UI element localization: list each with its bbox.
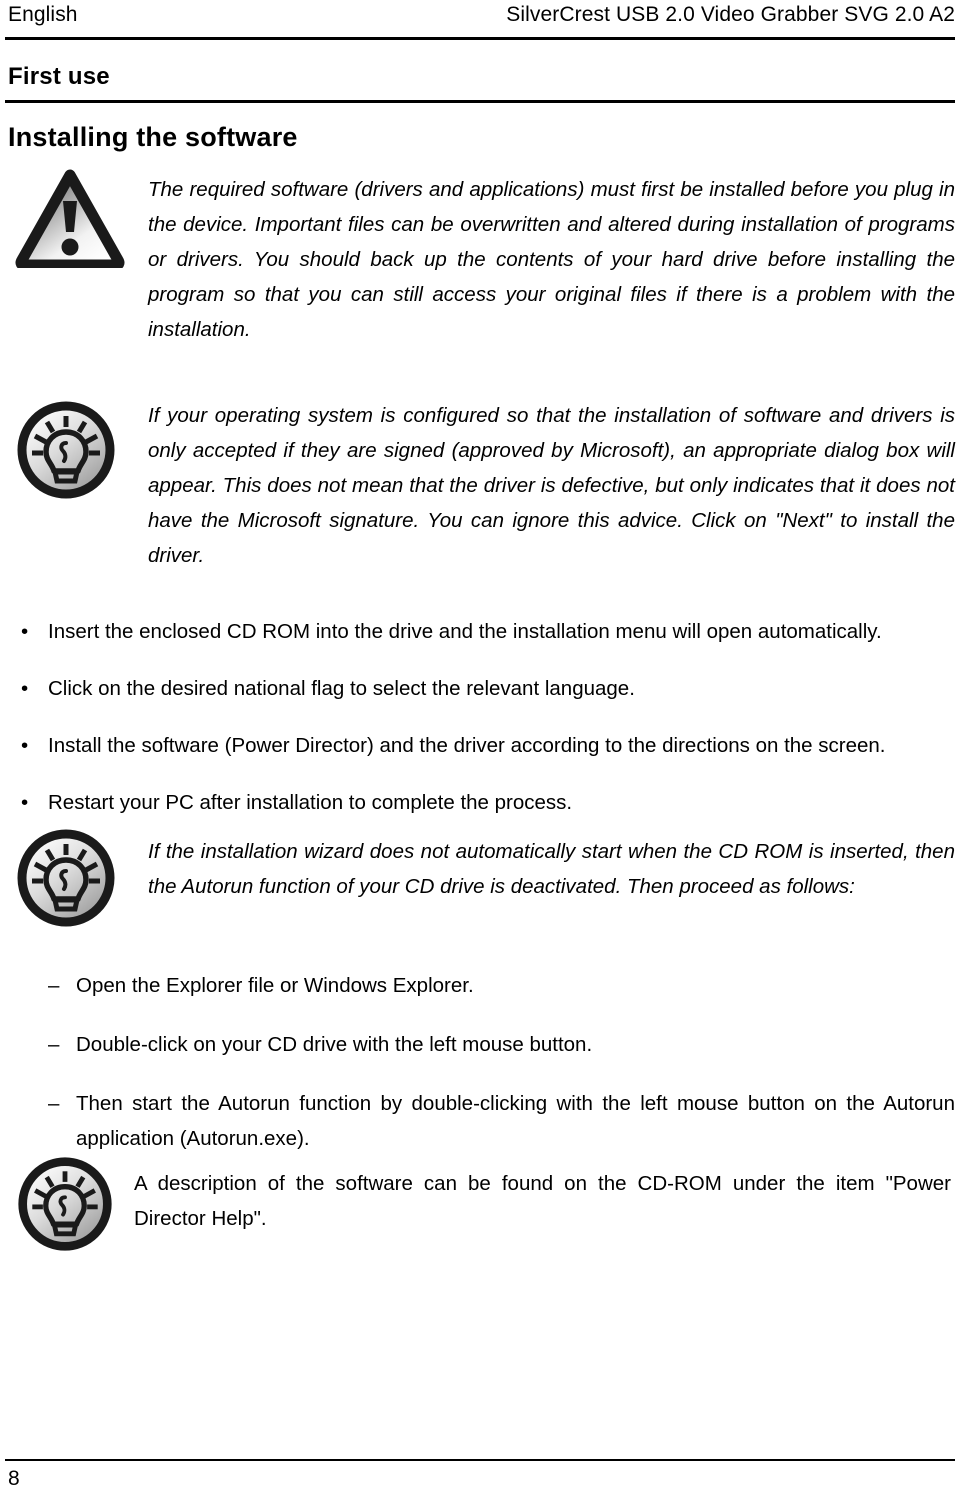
list-item-text: Open the Explorer file or Windows Explor… bbox=[76, 974, 474, 997]
list-item: – Open the Explorer file or Windows Expl… bbox=[8, 968, 955, 1003]
page-number: 8 bbox=[8, 1467, 20, 1490]
autorun-steps-list: – Open the Explorer file or Windows Expl… bbox=[8, 968, 955, 1156]
dash-marker: – bbox=[48, 1033, 60, 1056]
list-item-text: Insert the enclosed CD ROM into the driv… bbox=[48, 620, 882, 643]
signature-note-text: If your operating system is configured s… bbox=[148, 404, 955, 567]
page-header: English SilverCrest USB 2.0 Video Grabbe… bbox=[8, 2, 955, 34]
help-note-text: A description of the software can be fou… bbox=[134, 1172, 951, 1230]
header-product-title: SilverCrest USB 2.0 Video Grabber SVG 2.… bbox=[506, 3, 955, 26]
autorun-note-text: If the installation wizard does not auto… bbox=[148, 840, 955, 898]
list-item: – Double-click on your CD drive with the… bbox=[8, 1027, 955, 1062]
list-item: – Then start the Autorun function by dou… bbox=[8, 1086, 955, 1156]
list-item: • Click on the desired national flag to … bbox=[8, 675, 955, 702]
warning-triangle-icon bbox=[14, 168, 126, 268]
dash-marker: – bbox=[48, 974, 60, 997]
bullet-marker: • bbox=[21, 677, 29, 700]
lightbulb-tip-icon bbox=[14, 398, 118, 502]
list-item: • Insert the enclosed CD ROM into the dr… bbox=[8, 618, 955, 645]
list-item-text: Restart your PC after installation to co… bbox=[48, 791, 573, 814]
list-item-text: Double-click on your CD drive with the l… bbox=[76, 1033, 593, 1056]
bullet-marker: • bbox=[21, 734, 29, 757]
header-divider-rule bbox=[5, 37, 955, 40]
document-page: English SilverCrest USB 2.0 Video Grabbe… bbox=[0, 0, 960, 1492]
list-item-text: Click on the desired national flag to se… bbox=[48, 677, 635, 700]
section-divider-rule bbox=[5, 100, 955, 103]
section-heading: First use bbox=[8, 63, 110, 90]
list-item: • Restart your PC after installation to … bbox=[8, 789, 955, 816]
installation-steps-list: • Insert the enclosed CD ROM into the dr… bbox=[8, 618, 955, 846]
bullet-marker: • bbox=[21, 791, 29, 814]
list-item: • Install the software (Power Director) … bbox=[8, 732, 955, 759]
lightbulb-tip-icon bbox=[14, 826, 118, 930]
list-item-text: Then start the Autorun function by doubl… bbox=[76, 1092, 955, 1150]
subsection-heading: Installing the software bbox=[8, 122, 298, 152]
warning-note-text: The required software (drivers and appli… bbox=[148, 178, 955, 341]
list-item-text: Install the software (Power Director) an… bbox=[48, 734, 886, 757]
header-language-label: English bbox=[8, 3, 78, 26]
bullet-marker: • bbox=[21, 620, 29, 643]
dash-marker: – bbox=[48, 1092, 60, 1115]
lightbulb-tip-icon bbox=[10, 1154, 120, 1254]
footer-divider-rule bbox=[5, 1459, 955, 1461]
